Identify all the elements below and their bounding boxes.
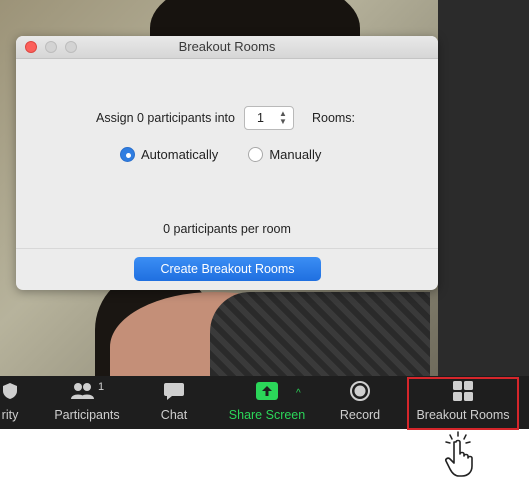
dialog-title: Breakout Rooms xyxy=(178,39,276,54)
radio-automatically[interactable]: Automatically xyxy=(120,147,218,162)
shield-icon xyxy=(1,376,19,406)
participants-label: Participants xyxy=(54,408,120,422)
assign-row: Assign 0 participants into 1 ▲ ▼ Rooms: xyxy=(96,105,355,131)
share-screen-arrow-icon xyxy=(256,376,278,406)
radio-automatically-label: Automatically xyxy=(141,147,219,162)
stepper-arrows-icon[interactable]: ▲ ▼ xyxy=(279,110,287,126)
record-label: Record xyxy=(339,408,381,422)
dialog-titlebar: Breakout Rooms xyxy=(16,36,438,59)
participants-per-room: 0 participants per room xyxy=(163,222,291,236)
chat-label: Chat xyxy=(160,408,188,422)
radio-manually[interactable]: Manually xyxy=(248,147,321,162)
rooms-value: 1 xyxy=(256,111,264,125)
participants-count: 1 xyxy=(97,381,105,393)
radio-unselected-icon[interactable] xyxy=(248,147,264,162)
divider xyxy=(16,248,438,249)
breakout-rooms-highlight xyxy=(407,377,519,430)
radio-selected-icon[interactable] xyxy=(120,147,135,162)
chat-bubble-icon xyxy=(163,376,185,406)
side-panel xyxy=(438,0,529,376)
toolbar-record[interactable]: Record xyxy=(336,376,384,429)
assign-label: Assign 0 participants into xyxy=(96,111,235,125)
person-top xyxy=(210,292,430,376)
security-label: rity xyxy=(1,408,19,422)
participants-icon: 1 xyxy=(70,376,104,406)
create-breakout-rooms-button[interactable]: Create Breakout Rooms xyxy=(134,257,321,281)
breakout-rooms-dialog: Breakout Rooms Assign 0 participants int… xyxy=(16,36,438,290)
rooms-stepper[interactable]: 1 ▲ ▼ xyxy=(243,106,294,130)
share-screen-label: Share Screen xyxy=(228,408,306,422)
rooms-label: Rooms: xyxy=(311,111,356,125)
toolbar-chat[interactable]: Chat xyxy=(152,376,196,429)
toolbar-participants[interactable]: 1 Participants xyxy=(50,376,124,429)
assignment-mode-group: Automatically Manually xyxy=(120,147,351,162)
hand-pointer-icon xyxy=(440,430,488,483)
toolbar-security[interactable]: rity xyxy=(0,376,30,429)
toolbar-share-screen[interactable]: ^ Share Screen xyxy=(224,376,310,429)
radio-manually-label: Manually xyxy=(269,147,322,162)
record-circle-icon xyxy=(349,376,371,406)
chevron-up-icon[interactable]: ^ xyxy=(296,388,301,399)
